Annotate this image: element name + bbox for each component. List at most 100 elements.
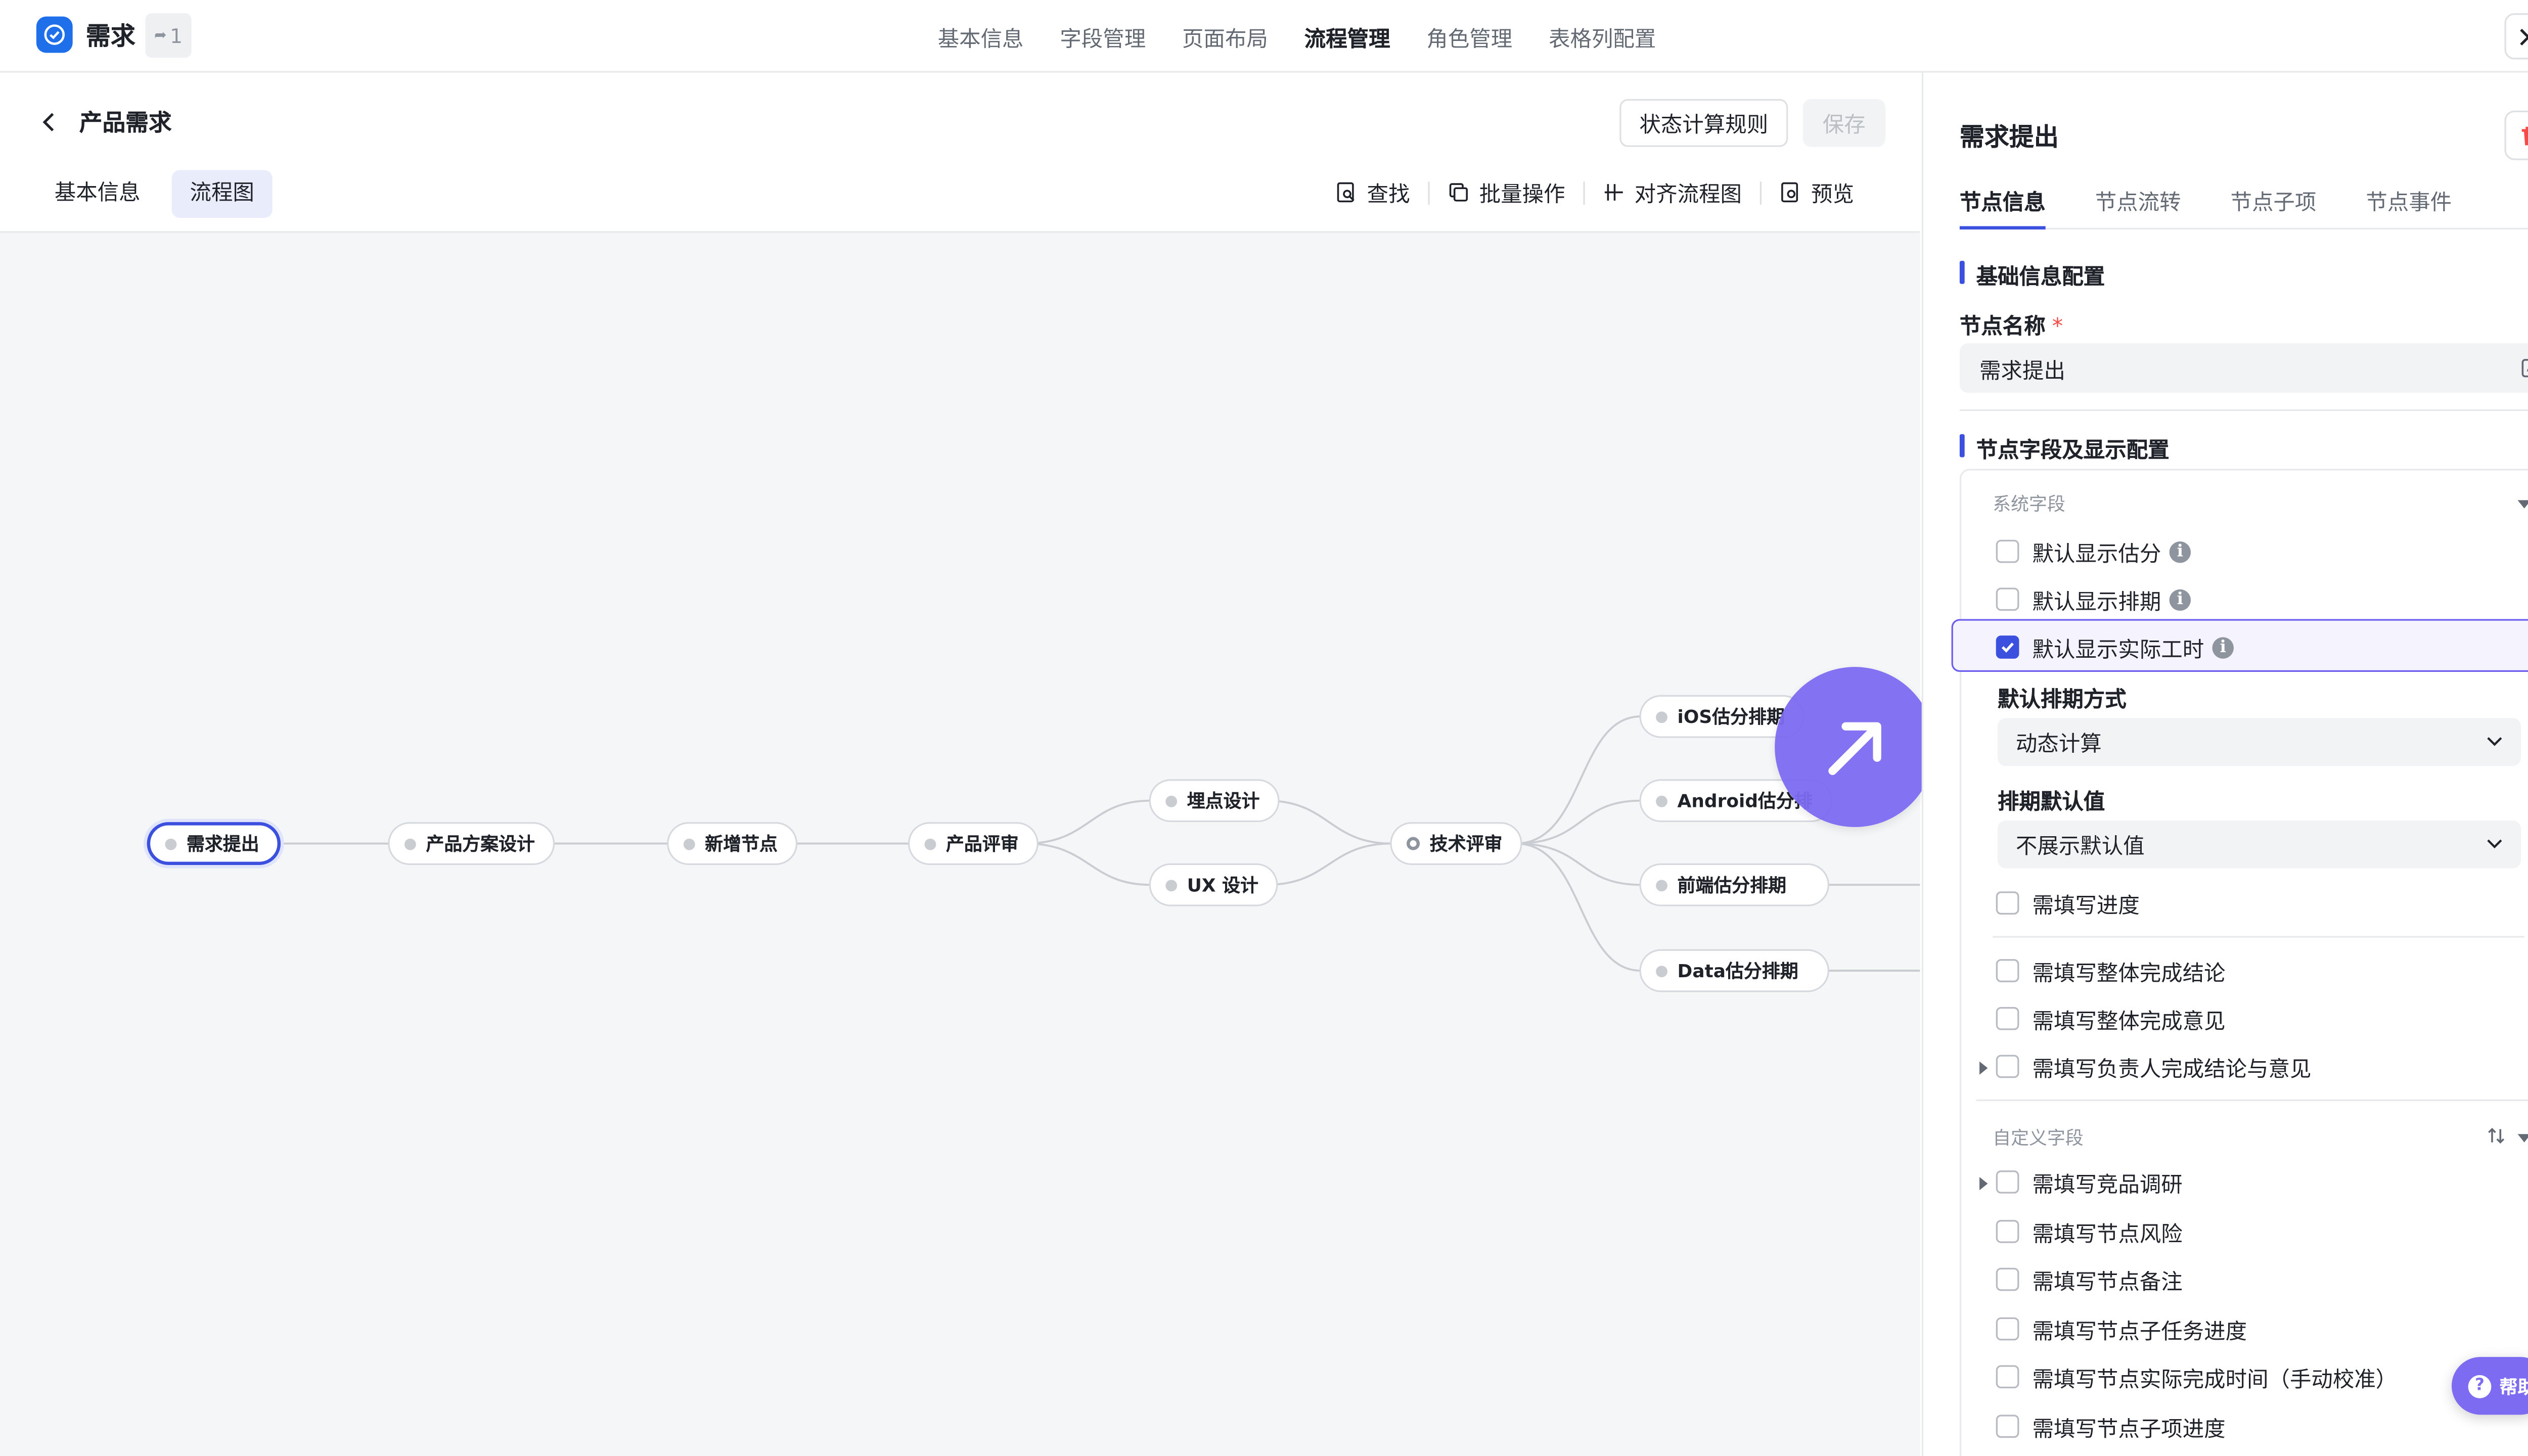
- preview-button[interactable]: 预览: [1780, 176, 1854, 208]
- flow-node-product-design[interactable]: 产品方案设计: [388, 822, 555, 866]
- node-label: 产品方案设计: [426, 833, 535, 855]
- save-button[interactable]: 保存: [1802, 99, 1885, 147]
- schedule-mode-label: 默认排期方式: [1998, 688, 2127, 713]
- help-label: 帮助: [2499, 1376, 2528, 1398]
- tab-node-info[interactable]: 节点信息: [1959, 185, 2046, 230]
- checkbox-subitem-progress[interactable]: 需填写节点子项进度: [1996, 1410, 2226, 1443]
- node-dot: [1165, 795, 1178, 807]
- align-flow-button[interactable]: 对齐流程图: [1603, 176, 1742, 208]
- custom-fields-group-label: 自定义字段: [1993, 1127, 2084, 1149]
- info-icon[interactable]: i: [2169, 588, 2191, 610]
- checkbox-show-schedule[interactable]: 默认显示排期 i: [1996, 583, 2191, 616]
- node-label: UX 设计: [1187, 875, 1258, 897]
- flow-node-data-estimate[interactable]: Data估分排期: [1639, 949, 1829, 992]
- status-rules-button[interactable]: 状态计算规则: [1619, 99, 1788, 147]
- checkbox-subtask-progress[interactable]: 需填写节点子任务进度: [1996, 1312, 2247, 1345]
- nav-process-management[interactable]: 流程管理: [1304, 21, 1390, 53]
- tab-basic-info[interactable]: 基本信息: [36, 170, 159, 218]
- top-nav: 基本信息 字段管理 页面布局 流程管理 角色管理 表格列配置: [938, 21, 1693, 53]
- flow-node-frontend-estimate[interactable]: 前端估分排期: [1639, 863, 1829, 906]
- checkbox-label: 需填写整体完成结论: [2032, 962, 2226, 987]
- arrow-up-right-icon: [1827, 721, 1881, 775]
- checkbox[interactable]: [1996, 959, 2019, 982]
- flow-node-tracking-design[interactable]: 埋点设计: [1149, 779, 1280, 823]
- checkbox[interactable]: [1996, 1365, 2019, 1389]
- expand-triangle-icon[interactable]: [1978, 1061, 1988, 1075]
- preview-icon: [1781, 182, 1798, 203]
- checkbox-show-actual-hours[interactable]: 默认显示实际工时 i: [1996, 630, 2234, 663]
- checkbox-label: 需填写整体完成意见: [2032, 1009, 2226, 1034]
- node-name-input[interactable]: 需求提出: [1959, 343, 2528, 393]
- delete-node-button[interactable]: [2504, 110, 2528, 160]
- nav-basic-info[interactable]: 基本信息: [938, 21, 1024, 53]
- share-icon: ➦: [154, 27, 167, 44]
- tab-node-subitems[interactable]: 节点子项: [2231, 185, 2317, 230]
- checkbox-node-remark[interactable]: 需填写节点备注: [1996, 1263, 2183, 1296]
- checkbox[interactable]: [1996, 891, 2019, 915]
- info-icon[interactable]: i: [2169, 540, 2191, 562]
- nav-page-layout[interactable]: 页面布局: [1182, 21, 1268, 53]
- flow-node-tech-review[interactable]: 技术评审: [1390, 822, 1522, 866]
- flow-node-new-node[interactable]: 新增节点: [667, 822, 798, 866]
- node-dot: [1165, 879, 1178, 891]
- translate-icon[interactable]: [2521, 355, 2528, 378]
- help-button[interactable]: ? 帮助: [2451, 1357, 2528, 1415]
- basic-config-heading: 基础信息配置: [1959, 259, 2105, 291]
- checkbox-fill-owner-conclusion[interactable]: 需填写负责人完成结论与意见: [1996, 1050, 2312, 1083]
- checkbox-label: 需填写负责人完成结论与意见: [2032, 1057, 2312, 1082]
- page-title: 产品需求: [79, 110, 172, 138]
- checkbox[interactable]: [1996, 1415, 2019, 1438]
- copy-icon: [1449, 183, 1468, 202]
- question-icon: ?: [2468, 1374, 2492, 1398]
- checkbox[interactable]: [1996, 1055, 2019, 1078]
- find-button[interactable]: 查找: [1336, 176, 1410, 208]
- checkbox-fill-conclusion[interactable]: 需填写整体完成结论: [1996, 954, 2226, 987]
- checkbox-label: 需填写进度: [2032, 894, 2140, 919]
- schedule-mode-select[interactable]: 动态计算: [1998, 718, 2521, 766]
- caret-down-icon[interactable]: [2516, 495, 2528, 512]
- caret-down-icon[interactable]: [2516, 1129, 2528, 1146]
- expand-arrow-button[interactable]: [1775, 667, 1935, 827]
- checkbox[interactable]: [1996, 1317, 2019, 1341]
- node-dot: [165, 838, 177, 849]
- checkbox[interactable]: [1996, 1220, 2019, 1243]
- tab-node-events[interactable]: 节点事件: [2366, 185, 2452, 230]
- checkbox[interactable]: [1996, 1170, 2019, 1194]
- checkbox-show-estimate[interactable]: 默认显示估分 i: [1996, 535, 2191, 568]
- app-logo-icon: [36, 16, 73, 53]
- checkbox-checked[interactable]: [1996, 635, 2019, 659]
- flow-canvas[interactable]: 需求提出 产品方案设计 新增节点 产品评审 埋点设计 UX 设计 技术评审 iO…: [0, 231, 1920, 1456]
- node-label: 产品评审: [946, 833, 1019, 855]
- flow-node-product-review[interactable]: 产品评审: [908, 822, 1039, 866]
- nav-role-management[interactable]: 角色管理: [1426, 21, 1512, 53]
- flow-node-ux-design[interactable]: UX 设计: [1149, 863, 1279, 906]
- back-arrow-icon[interactable]: [36, 109, 63, 135]
- schedule-default-select[interactable]: 不展示默认值: [1998, 820, 2521, 869]
- checkbox-fill-progress[interactable]: 需填写进度: [1996, 886, 2140, 919]
- batch-operation-button[interactable]: 批量操作: [1448, 176, 1565, 208]
- tab-flowchart[interactable]: 流程图: [171, 170, 273, 218]
- nav-table-column-config[interactable]: 表格列配置: [1549, 21, 1656, 53]
- checkbox[interactable]: [1996, 539, 2019, 563]
- node-config-panel: 需求提出 节点信息 节点流转 节点子项 节点事件 基础信息配置 节点名称 * 需求…: [1921, 72, 2528, 1456]
- nav-field-management[interactable]: 字段管理: [1060, 21, 1146, 53]
- checkbox-label: 需填写节点子项进度: [2032, 1417, 2226, 1442]
- checkbox[interactable]: [1996, 1007, 2019, 1030]
- schedule-default-label: 排期默认值: [1998, 791, 2105, 816]
- flow-node-demand-proposed[interactable]: 需求提出: [147, 822, 281, 866]
- checkbox-competitor-research[interactable]: 需填写竞品调研: [1996, 1165, 2183, 1198]
- checkbox[interactable]: [1996, 1267, 2019, 1291]
- info-icon[interactable]: i: [2212, 636, 2234, 658]
- expand-triangle-icon[interactable]: [1978, 1177, 1988, 1191]
- node-label: 技术评审: [1429, 833, 1503, 855]
- checkbox-actual-finish-time[interactable]: 需填写节点实际完成时间（手动校准）: [1996, 1360, 2397, 1393]
- sort-icon[interactable]: [2487, 1126, 2506, 1146]
- checkbox-node-risk[interactable]: 需填写节点风险: [1996, 1215, 2183, 1248]
- align-label: 对齐流程图: [1634, 183, 1742, 208]
- share-count-badge[interactable]: ➦ 1: [145, 13, 192, 58]
- tab-node-transition[interactable]: 节点流转: [2095, 185, 2181, 230]
- close-button[interactable]: [2504, 13, 2528, 60]
- checkbox[interactable]: [1996, 587, 2019, 611]
- checkbox-fill-opinion[interactable]: 需填写整体完成意见: [1996, 1002, 2226, 1035]
- view-tabs: 基本信息 流程图: [36, 170, 286, 218]
